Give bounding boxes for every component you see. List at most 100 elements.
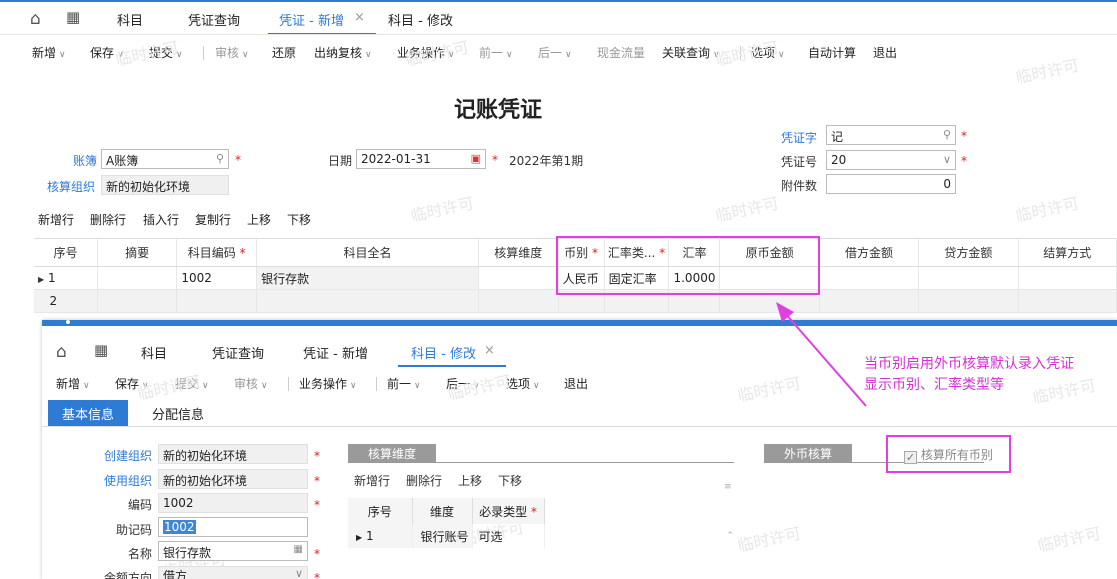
settle-cell[interactable] xyxy=(1018,266,1117,290)
dim-delete-row-button[interactable]: 删除行 xyxy=(406,472,442,489)
new-button[interactable]: 新增 ∨ xyxy=(56,375,90,392)
acct-code-cell[interactable] xyxy=(176,289,258,313)
tab-basic-info[interactable]: 基本信息 xyxy=(48,400,129,426)
credit-cell[interactable] xyxy=(918,289,1019,313)
voucher-no-field[interactable]: 20 ∨ xyxy=(826,150,956,170)
acct-name-cell xyxy=(256,289,479,313)
col-header: 借方金额 xyxy=(819,238,920,267)
submit-button[interactable]: 提交 ∨ xyxy=(149,44,183,61)
chevron-down-icon: ∨ xyxy=(350,381,357,391)
dim-grid: 序号 维度 必录类型 * ▶ 1 银行账号 可选 ⌃ xyxy=(348,498,734,548)
audit-button[interactable]: 审核 ∨ xyxy=(234,375,268,392)
cashier-review-button[interactable]: 出纳复核 ∨ xyxy=(314,44,372,61)
close-icon[interactable]: × xyxy=(484,343,495,358)
summary-cell[interactable] xyxy=(97,289,178,313)
audit-button[interactable]: 审核 ∨ xyxy=(215,44,249,61)
use-org-field: 新的初始化环境 xyxy=(158,469,308,489)
chevron-down-icon: ∨ xyxy=(565,50,572,60)
currency-highlight-box xyxy=(556,236,820,295)
acct-code-cell[interactable]: 1002 xyxy=(176,266,258,290)
entry-toolbar: 新增行 删除行 插入行 复制行 上移 下移 xyxy=(0,205,1117,233)
scroll-up-icon[interactable]: ⌃ xyxy=(544,524,734,548)
cash-flow-button[interactable]: 现金流量 xyxy=(597,44,645,61)
add-row-button[interactable]: 新增行 xyxy=(38,211,74,228)
grid-icon[interactable]: ▦ xyxy=(66,8,80,26)
voucher-word-field[interactable]: 记 ⚲ xyxy=(826,125,956,145)
chevron-down-icon: ∨ xyxy=(713,50,720,60)
search-icon[interactable]: ⚲ xyxy=(943,128,951,141)
tab-account[interactable]: 科目 xyxy=(141,343,167,362)
chevron-down-icon: ∨ xyxy=(83,381,90,391)
book-field[interactable]: A账簿 ⚲ xyxy=(101,149,229,169)
required-mark: * xyxy=(314,547,320,561)
expand-icon[interactable]: ≡ xyxy=(724,482,732,492)
name-field[interactable]: 银行存款 ▦ xyxy=(158,541,308,561)
prev-button[interactable]: 前一 ∨ xyxy=(479,44,513,61)
business-ops-button[interactable]: 业务操作 ∨ xyxy=(299,375,357,392)
prev-button[interactable]: 前一 ∨ xyxy=(387,375,421,392)
fx-all-currency-checkbox[interactable]: ✓ 核算所有币别 xyxy=(904,446,993,464)
chevron-down-icon[interactable]: ∨ xyxy=(295,567,303,579)
auto-calc-button[interactable]: 自动计算 xyxy=(808,44,856,61)
required-mark: * xyxy=(314,571,320,579)
multilang-icon[interactable]: ▦ xyxy=(294,544,303,555)
copy-row-button[interactable]: 复制行 xyxy=(195,211,231,228)
submit-button[interactable]: 提交 ∨ xyxy=(175,375,209,392)
date-field[interactable]: 2022-01-31 ▣ xyxy=(356,149,486,169)
business-ops-button[interactable]: 业务操作 ∨ xyxy=(397,44,455,61)
options-button[interactable]: 选项 ∨ xyxy=(751,44,785,61)
options-button[interactable]: 选项 ∨ xyxy=(506,375,540,392)
calendar-icon[interactable]: ▣ xyxy=(471,152,481,165)
next-button[interactable]: 后一 ∨ xyxy=(446,375,480,392)
dim-move-down-button[interactable]: 下移 xyxy=(498,472,522,489)
col-header: 结算方式 xyxy=(1018,238,1117,267)
debit-cell[interactable] xyxy=(819,266,920,290)
tab-account-edit[interactable]: 科目 - 修改 xyxy=(388,10,453,29)
tab-account-edit[interactable]: 科目 - 修改 xyxy=(411,343,476,362)
home-icon[interactable]: ⌂ xyxy=(56,342,67,362)
home-icon[interactable]: ⌂ xyxy=(30,9,41,29)
tab-voucher-query[interactable]: 凭证查询 xyxy=(212,343,264,362)
tab-allocation-info[interactable]: 分配信息 xyxy=(138,400,218,426)
restore-button[interactable]: 还原 xyxy=(272,44,296,61)
close-icon[interactable]: × xyxy=(354,10,365,25)
save-button[interactable]: 保存 ∨ xyxy=(115,375,149,392)
tab-voucher-new[interactable]: 凭证 - 新增 xyxy=(279,10,344,29)
tab-voucher-new[interactable]: 凭证 - 新增 xyxy=(303,343,368,362)
dim-cell[interactable] xyxy=(478,266,559,290)
exit-button[interactable]: 退出 xyxy=(564,375,588,392)
dim-cell[interactable]: 银行账号 xyxy=(412,524,473,548)
tab-voucher-query[interactable]: 凭证查询 xyxy=(188,10,240,29)
move-down-button[interactable]: 下移 xyxy=(287,211,311,228)
summary-cell[interactable] xyxy=(97,266,178,290)
related-query-button[interactable]: 关联查询 ∨ xyxy=(662,44,720,61)
required-type-cell[interactable]: 可选 xyxy=(472,524,545,548)
save-button[interactable]: 保存 ∨ xyxy=(90,44,124,61)
chevron-down-icon[interactable]: ∨ xyxy=(943,153,951,166)
col-header: 科目编码 * xyxy=(176,238,258,267)
dim-cell[interactable] xyxy=(478,289,559,313)
delete-row-button[interactable]: 删除行 xyxy=(90,211,126,228)
table-row[interactable]: ▶ 1 银行账号 可选 ⌃ xyxy=(348,524,734,548)
insert-row-button[interactable]: 插入行 xyxy=(143,211,179,228)
new-button[interactable]: 新增 ∨ xyxy=(32,44,66,61)
dim-header-row: 序号 维度 必录类型 * xyxy=(348,498,734,524)
chevron-down-icon: ∨ xyxy=(778,50,785,60)
attach-field[interactable]: 0 xyxy=(826,174,956,194)
toolbar-separator xyxy=(740,46,741,60)
next-button[interactable]: 后一 ∨ xyxy=(538,44,572,61)
exit-button[interactable]: 退出 xyxy=(873,44,897,61)
credit-cell[interactable] xyxy=(918,266,1019,290)
dim-add-row-button[interactable]: 新增行 xyxy=(354,472,390,489)
mnemonic-field[interactable]: 1002 xyxy=(158,517,308,537)
chevron-down-icon: ∨ xyxy=(117,50,124,60)
search-icon[interactable]: ⚲ xyxy=(216,152,224,165)
move-up-button[interactable]: 上移 xyxy=(247,211,271,228)
grid-icon[interactable]: ▦ xyxy=(94,341,108,359)
col-header: 序号 xyxy=(34,238,99,267)
balance-dir-field[interactable]: 借方 ∨ xyxy=(158,566,308,579)
tab-account[interactable]: 科目 xyxy=(117,10,143,29)
col-header: 序号 xyxy=(348,498,413,524)
dim-move-up-button[interactable]: 上移 xyxy=(458,472,482,489)
settle-cell[interactable] xyxy=(1018,289,1117,313)
